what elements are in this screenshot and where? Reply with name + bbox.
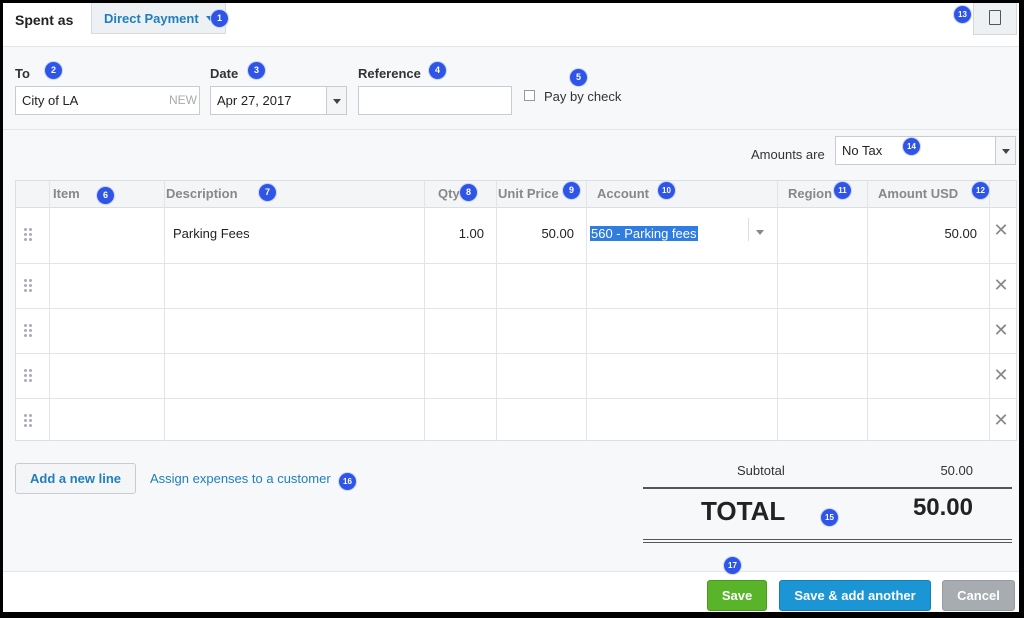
delete-row-icon[interactable]: ✕ <box>993 365 1009 386</box>
to-value: City of LA <box>22 93 79 108</box>
date-label: Date <box>210 66 239 81</box>
callout-badge-9: 9 <box>563 182 580 199</box>
to-field[interactable]: City of LA NEW <box>15 86 200 115</box>
callout-badge-15: 15 <box>821 509 838 526</box>
drag-handle-icon[interactable] <box>24 414 34 428</box>
callout-badge-4: 4 <box>429 62 446 79</box>
amounts-are-value: No Tax <box>842 143 883 158</box>
col-divider <box>164 181 165 441</box>
row-divider <box>16 308 1017 309</box>
callout-badge-14: 14 <box>903 138 920 155</box>
row-divider <box>16 398 1017 399</box>
payment-type-label: Direct Payment <box>104 11 199 26</box>
line-items-table: Item Description Qty Unit Price Account … <box>15 180 1017 441</box>
row-1-qty[interactable]: 1.00 <box>428 226 484 241</box>
col-header-unit-price: Unit Price <box>498 186 559 201</box>
spent-as-label: Spent as <box>15 12 74 28</box>
reference-input[interactable] <box>358 86 512 115</box>
pay-by-check-label: Pay by check <box>544 89 622 104</box>
new-contact-tag: NEW <box>169 93 197 107</box>
col-divider <box>49 181 50 441</box>
drag-handle-icon[interactable] <box>24 324 34 338</box>
callout-badge-1: 1 <box>211 10 228 27</box>
date-value: Apr 27, 2017 <box>217 93 292 108</box>
assign-to-customer-link[interactable]: Assign expenses to a customer <box>150 471 331 486</box>
callout-badge-3: 3 <box>248 62 265 79</box>
amounts-dropdown-button[interactable] <box>995 137 1015 164</box>
total-value: 50.00 <box>912 494 973 521</box>
pay-by-check-checkbox[interactable] <box>524 90 535 101</box>
drag-handle-icon[interactable] <box>24 279 34 293</box>
callout-badge-13: 13 <box>954 6 971 23</box>
add-new-line-button[interactable]: Add a new line <box>15 463 136 494</box>
col-header-description: Description <box>166 186 238 201</box>
to-label: To <box>15 66 30 81</box>
cancel-button[interactable]: Cancel <box>942 580 1015 611</box>
divider <box>3 129 1019 130</box>
callout-badge-16: 16 <box>339 473 356 490</box>
callout-badge-5: 5 <box>570 69 587 86</box>
amounts-are-select[interactable]: No Tax <box>835 136 1016 165</box>
row-1-description[interactable]: Parking Fees <box>173 226 250 241</box>
row-1-account-value: 560 - Parking fees <box>590 226 698 241</box>
delete-row-icon[interactable]: ✕ <box>993 410 1009 431</box>
delete-row-icon[interactable]: ✕ <box>993 320 1009 341</box>
payment-type-tab[interactable]: Direct Payment <box>91 3 226 34</box>
row-divider <box>16 263 1017 264</box>
row-1-account-field[interactable]: 560 - Parking fees <box>590 214 776 243</box>
callout-badge-6: 6 <box>97 187 114 204</box>
col-divider <box>496 181 497 441</box>
totals-bottom-rule <box>643 539 1012 543</box>
chevron-down-icon <box>1002 149 1010 154</box>
delete-row-icon[interactable]: ✕ <box>993 220 1009 241</box>
col-divider <box>989 181 990 441</box>
date-dropdown-button[interactable] <box>326 87 346 114</box>
col-header-item: Item <box>53 186 80 201</box>
callout-badge-10: 10 <box>658 182 675 199</box>
col-header-amount: Amount USD <box>878 186 959 201</box>
account-dropdown-separator <box>748 218 749 241</box>
row-1-unit-price[interactable]: 50.00 <box>500 226 574 241</box>
copy-document-button[interactable] <box>973 3 1017 35</box>
callout-badge-8: 8 <box>460 184 477 201</box>
spend-money-form: Spent as Direct Payment 1 13 To 2 City o… <box>3 3 1019 612</box>
drag-handle-icon[interactable] <box>24 228 34 242</box>
subtotal-value: 50.00 <box>940 463 973 478</box>
delete-row-icon[interactable]: ✕ <box>993 275 1009 296</box>
callout-badge-11: 11 <box>834 182 851 199</box>
save-button[interactable]: Save <box>707 580 767 611</box>
amounts-are-label: Amounts are <box>751 147 825 162</box>
col-header-qty: Qty <box>438 186 460 201</box>
col-header-account: Account <box>597 186 649 201</box>
drag-handle-icon[interactable] <box>24 369 34 383</box>
col-divider <box>777 181 778 441</box>
date-field[interactable]: Apr 27, 2017 <box>210 86 347 115</box>
chevron-down-icon <box>333 99 341 104</box>
chevron-down-icon[interactable] <box>756 230 764 235</box>
col-divider <box>867 181 868 441</box>
callout-badge-12: 12 <box>972 182 989 199</box>
callout-badge-17: 17 <box>724 557 741 574</box>
totals-top-rule <box>643 487 1012 489</box>
callout-badge-2: 2 <box>45 62 62 79</box>
document-icon <box>989 10 1001 25</box>
total-label: TOTAL <box>701 496 786 526</box>
reference-label: Reference <box>358 66 421 81</box>
col-divider <box>586 181 587 441</box>
row-divider <box>16 353 1017 354</box>
row-1-amount[interactable]: 50.00 <box>871 226 977 241</box>
callout-badge-7: 7 <box>259 184 276 201</box>
subtotal-label: Subtotal <box>737 463 785 478</box>
col-divider <box>424 181 425 441</box>
save-and-add-another-button[interactable]: Save & add another <box>779 580 931 611</box>
col-header-region: Region <box>788 186 833 201</box>
